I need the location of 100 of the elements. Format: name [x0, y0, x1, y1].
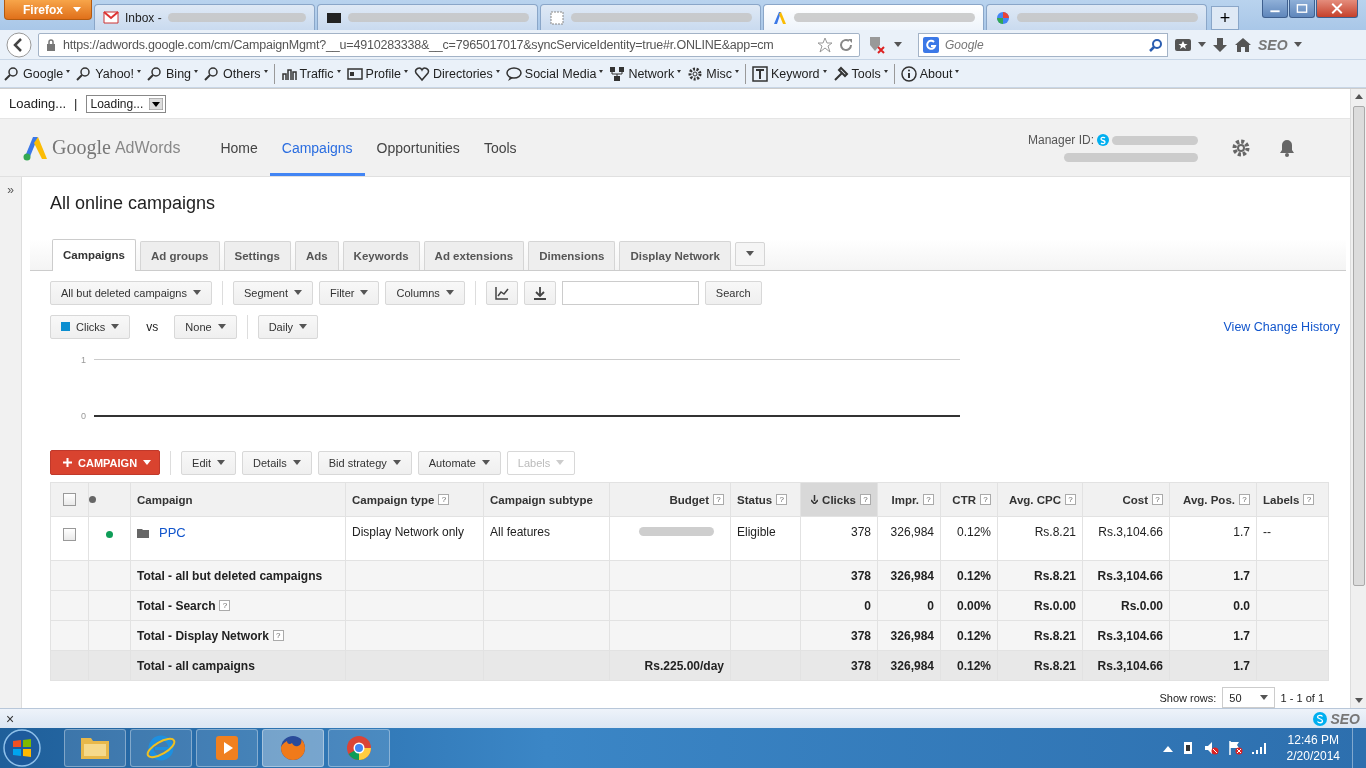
- browser-tab[interactable]: [317, 4, 538, 30]
- taskbar-app[interactable]: [328, 729, 390, 767]
- nav-link[interactable]: Opportunities: [364, 119, 472, 176]
- dropdown-button[interactable]: Segment: [232, 280, 313, 305]
- reload-icon[interactable]: [839, 37, 853, 52]
- column-header[interactable]: Clicks: [822, 494, 856, 506]
- search-box[interactable]: Google: [918, 32, 1168, 57]
- more-tabs-button[interactable]: [734, 241, 765, 266]
- tab[interactable]: Ad extensions: [423, 240, 525, 270]
- bookmark-menu[interactable]: Traffic: [280, 65, 341, 82]
- help-icon[interactable]: ?: [1065, 494, 1076, 506]
- download-arrow-icon[interactable]: [1212, 36, 1228, 53]
- bookmark-menu[interactable]: Network: [609, 65, 682, 82]
- metric-dropdown[interactable]: Clicks: [50, 314, 131, 339]
- home-icon[interactable]: [1234, 36, 1252, 53]
- tab[interactable]: Dimensions: [528, 240, 616, 270]
- column-header[interactable]: Status: [737, 494, 773, 506]
- back-icon[interactable]: [6, 31, 32, 58]
- toolbar-label[interactable]: SEO: [1258, 36, 1288, 53]
- signal-icon[interactable]: [1250, 741, 1267, 755]
- rows-select[interactable]: 50: [1222, 687, 1275, 708]
- campaign-link[interactable]: PPC: [159, 525, 186, 541]
- scrollbar[interactable]: [1350, 89, 1366, 708]
- tab[interactable]: Display Network: [619, 240, 731, 270]
- show-hidden-icon[interactable]: [1162, 744, 1173, 752]
- column-header[interactable]: Impr.: [891, 494, 919, 506]
- column-header[interactable]: Cost: [1122, 494, 1148, 506]
- flag-alert-icon[interactable]: [1226, 740, 1243, 756]
- bookmark-menu[interactable]: Google: [4, 65, 71, 82]
- dropdown-button[interactable]: Automate: [417, 450, 501, 475]
- bookmark-menu[interactable]: Tools: [832, 65, 888, 82]
- bookmark-menu[interactable]: Yahoo!: [76, 65, 141, 82]
- bookmark-menu[interactable]: Misc: [687, 65, 739, 82]
- help-icon[interactable]: ?: [219, 600, 231, 612]
- help-icon[interactable]: ?: [980, 494, 991, 506]
- help-icon[interactable]: ?: [860, 494, 871, 506]
- start-button[interactable]: [2, 728, 42, 768]
- dropdown-button[interactable]: None: [174, 314, 237, 339]
- tab[interactable]: Keywords: [342, 240, 420, 270]
- nav-link[interactable]: Tools: [471, 119, 529, 176]
- bookmark-menu[interactable]: Social Media: [505, 65, 604, 82]
- dropdown-button[interactable]: All but deleted campaigns: [50, 280, 212, 305]
- new-tab-button[interactable]: +: [1211, 6, 1239, 30]
- nav-link[interactable]: Home: [208, 119, 270, 176]
- bookmarks-icon[interactable]: [1174, 36, 1192, 53]
- close-icon[interactable]: [1316, 0, 1358, 18]
- tab[interactable]: Ads: [294, 240, 339, 270]
- help-icon[interactable]: ?: [438, 494, 450, 506]
- bookmark-menu[interactable]: Profile: [346, 65, 409, 82]
- bookmark-menu[interactable]: About: [900, 65, 960, 82]
- help-icon[interactable]: ?: [713, 494, 724, 506]
- taskbar-app[interactable]: [64, 729, 126, 767]
- column-header[interactable]: Avg. Pos.: [1183, 494, 1235, 506]
- minimize-icon[interactable]: [1262, 0, 1288, 18]
- column-header[interactable]: Avg. CPC: [1009, 494, 1061, 506]
- volume-muted-icon[interactable]: [1202, 740, 1219, 756]
- column-header[interactable]: Campaign type: [352, 494, 435, 506]
- column-header[interactable]: Labels: [1263, 494, 1300, 506]
- bookmark-menu[interactable]: Directories: [414, 65, 500, 82]
- clock[interactable]: 12:46 PM 2/20/2014: [1286, 732, 1340, 764]
- star-icon[interactable]: [817, 36, 833, 53]
- addon-label[interactable]: SEO: [1330, 710, 1360, 727]
- tab[interactable]: Ad groups: [140, 240, 220, 270]
- taskbar-app[interactable]: [196, 729, 258, 767]
- column-header[interactable]: CTR: [952, 494, 976, 506]
- dropdown-button[interactable]: Columns: [385, 280, 465, 305]
- change-history-link[interactable]: View Change History: [1223, 319, 1340, 334]
- dropdown-button[interactable]: Edit: [181, 450, 237, 475]
- new-campaign-button[interactable]: CAMPAIGN: [50, 450, 161, 475]
- loading-select[interactable]: Loading...: [85, 94, 167, 113]
- column-header[interactable]: Campaign: [137, 494, 193, 506]
- settings-icon[interactable]: [1231, 137, 1251, 158]
- maximize-icon[interactable]: [1289, 0, 1315, 18]
- search-button[interactable]: Search: [704, 280, 762, 305]
- tab[interactable]: Settings: [223, 240, 291, 270]
- chart-button[interactable]: [485, 280, 518, 305]
- taskbar-app[interactable]: [262, 729, 324, 767]
- expand-sidebar-button[interactable]: »: [0, 177, 22, 708]
- help-icon[interactable]: ?: [272, 630, 284, 642]
- download-button[interactable]: [523, 280, 556, 305]
- dropdown-button[interactable]: Details: [242, 450, 312, 475]
- bookmark-menu[interactable]: Keyword: [751, 65, 827, 82]
- help-icon[interactable]: ?: [1303, 494, 1315, 506]
- help-icon[interactable]: ?: [1239, 494, 1250, 506]
- dropdown-button[interactable]: Bid strategy: [317, 450, 412, 475]
- taskbar-app[interactable]: [130, 729, 192, 767]
- dropdown-button[interactable]: Daily: [257, 314, 319, 339]
- checkbox[interactable]: [63, 493, 76, 507]
- notifications-icon[interactable]: [1277, 137, 1297, 158]
- help-icon[interactable]: ?: [923, 494, 934, 506]
- help-icon[interactable]: ?: [776, 494, 788, 506]
- help-icon[interactable]: ?: [1152, 494, 1163, 506]
- checkbox[interactable]: [63, 528, 76, 542]
- search-field[interactable]: [561, 280, 699, 305]
- address-bar[interactable]: https://adwords.google.com/cm/CampaignMgmt?__u=4910283338&__c=7965017017&syncServiceIdentity=true#r.ONLINE&app=cm: [38, 32, 860, 57]
- bookmark-menu[interactable]: Others: [204, 65, 268, 82]
- dropdown-button[interactable]: Filter: [319, 280, 380, 305]
- tab[interactable]: Campaigns: [52, 238, 136, 271]
- nav-link[interactable]: Campaigns: [269, 119, 365, 176]
- close-button[interactable]: ×: [6, 710, 15, 727]
